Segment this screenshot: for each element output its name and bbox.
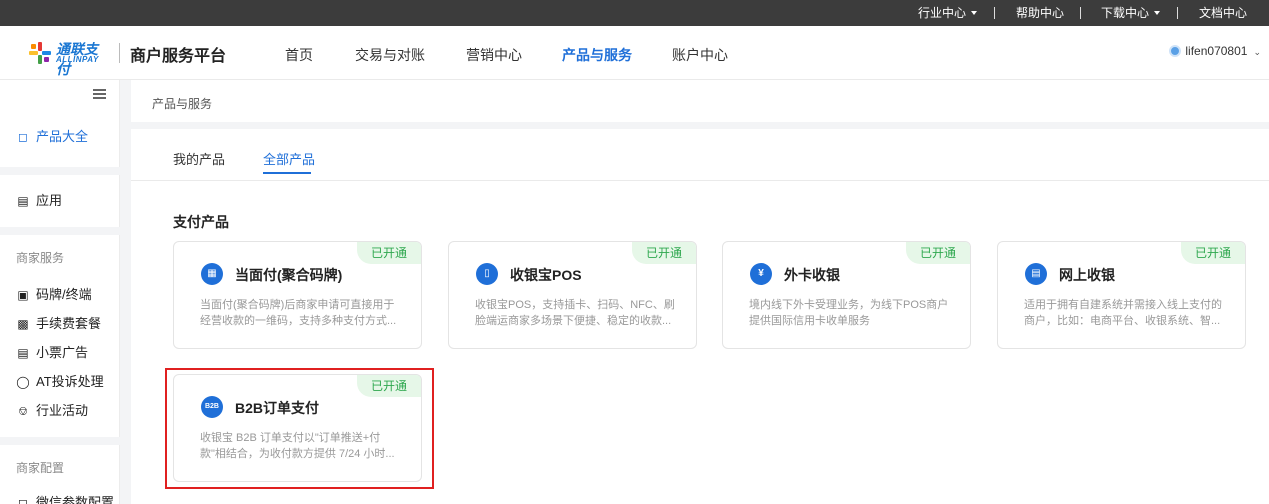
tab-my-products[interactable]: 我的产品 bbox=[173, 149, 225, 168]
chevron-down-icon: ⌄ bbox=[1253, 47, 1261, 57]
sidebar-item-label: 小票广告 bbox=[36, 345, 89, 360]
help-center-label: 帮助中心 bbox=[1016, 6, 1065, 20]
sidebar-item-label: 应用 bbox=[36, 193, 63, 208]
chevron-down-icon bbox=[971, 10, 978, 15]
sidebar-item-complaints[interactable]: ◯ AT投诉处理 bbox=[16, 371, 104, 390]
archive-icon: ▤ bbox=[17, 194, 29, 208]
moneybag-icon: ¥ bbox=[750, 263, 772, 285]
nav-account[interactable]: 账户中心 bbox=[672, 45, 728, 65]
breadcrumb: 产品与服务 bbox=[152, 97, 213, 111]
divider bbox=[1080, 7, 1081, 19]
status-badge: 已开通 bbox=[1181, 242, 1245, 264]
card-description: 境内线下外卡受理业务，为线下POS商户提供国际信用卡收单服务 bbox=[749, 299, 949, 327]
username: lifen070801 bbox=[1185, 44, 1248, 58]
card-title: 外卡收银 bbox=[784, 267, 840, 283]
platform-title: 商户服务平台 bbox=[130, 48, 227, 65]
allinpay-logo[interactable]: 通联支付 ALLINPAY bbox=[28, 40, 108, 77]
cube-icon: ◻ bbox=[18, 130, 28, 144]
divider bbox=[0, 167, 120, 175]
breadcrumb-bar: 产品与服务 bbox=[131, 80, 1269, 122]
allinpay-logo-icon bbox=[29, 42, 51, 64]
card-title: 网上收银 bbox=[1059, 267, 1115, 283]
nav-home[interactable]: 首页 bbox=[285, 45, 313, 65]
active-tab-indicator bbox=[263, 172, 311, 174]
group-merchant-config: 商家配置 bbox=[16, 461, 65, 475]
sidebar-item-label: AT投诉处理 bbox=[36, 374, 104, 389]
cube-icon: ◻ bbox=[18, 496, 28, 504]
sidebar-item-apps[interactable]: ▤ 应用 bbox=[16, 190, 62, 209]
sidebar-item-label: 手续费套餐 bbox=[36, 316, 102, 331]
divider bbox=[0, 227, 120, 235]
product-card-online-pay[interactable]: 已开通 ▤ 网上收银 适用于拥有自建系统并需接入线上支付的商户，比如：电商平台、… bbox=[997, 241, 1246, 349]
sidebar-item-industry-events[interactable]: ⎊ 行业活动 bbox=[16, 400, 88, 419]
wallet-icon: ▤ bbox=[1025, 263, 1047, 285]
industry-center-link[interactable]: 行业中心 bbox=[918, 0, 978, 26]
status-badge: 已开通 bbox=[357, 242, 421, 264]
tab-bar: 我的产品 全部产品 bbox=[131, 129, 1269, 181]
divider bbox=[119, 43, 120, 63]
sidebar-item-label: 产品大全 bbox=[36, 129, 89, 144]
logo-text-en: ALLINPAY bbox=[56, 55, 99, 64]
sidebar-item-fee-plans[interactable]: ▩ 手续费套餐 bbox=[16, 313, 101, 332]
sidebar-item-products[interactable]: ◻ 产品大全 bbox=[16, 126, 88, 145]
scan-icon: ▦ bbox=[201, 263, 223, 285]
product-card-foreign-card[interactable]: 已开通 ¥ 外卡收银 境内线下外卡受理业务，为线下POS商户提供国际信用卡收单服… bbox=[722, 241, 971, 349]
pos-icon: ▯ bbox=[476, 263, 498, 285]
download-center-link[interactable]: 下载中心 bbox=[1101, 0, 1161, 26]
user-menu[interactable]: lifen070801 ⌄ bbox=[1169, 44, 1261, 58]
industry-center-label: 行业中心 bbox=[918, 6, 967, 20]
sidebar-item-label: 微信参数配置 bbox=[36, 495, 115, 504]
nav-transactions[interactable]: 交易与对账 bbox=[355, 45, 425, 65]
docs-center-label: 文档中心 bbox=[1199, 6, 1248, 20]
divider bbox=[994, 7, 995, 19]
card-description: 当面付(聚合码牌)后商家申请可直接用于经营收款的一维码，支持多种支付方式... bbox=[200, 299, 397, 327]
terminal-icon: ▣ bbox=[17, 288, 29, 302]
divider bbox=[0, 437, 120, 445]
product-card-facepay[interactable]: 已开通 ▦ 当面付(聚合码牌) 当面付(聚合码牌)后商家申请可直接用于经营收款的… bbox=[173, 241, 422, 349]
nav-marketing[interactable]: 营销中心 bbox=[466, 45, 522, 65]
shield-icon: ◯ bbox=[16, 375, 30, 389]
sidebar-item-receipt-ads[interactable]: ▤ 小票广告 bbox=[16, 342, 88, 361]
section-title: 支付产品 bbox=[173, 214, 229, 230]
status-badge: 已开通 bbox=[632, 242, 696, 264]
sidebar-item-label: 行业活动 bbox=[36, 403, 89, 418]
divider bbox=[1177, 7, 1178, 19]
main-header: 通联支付 ALLINPAY 商户服务平台 首页 交易与对账 营销中心 产品与服务… bbox=[0, 26, 1269, 80]
gift-icon: ▩ bbox=[17, 317, 29, 331]
sidebar: ◻ 产品大全 ▤ 应用 商家服务 ▣ 码牌/终端 ▩ 手续费套餐 ▤ 小票广告 ◯ AT投诉… bbox=[0, 80, 120, 504]
highlight-annotation-box bbox=[165, 368, 434, 489]
docs-center-link[interactable]: 文档中心 bbox=[1199, 0, 1247, 26]
product-card-pos[interactable]: 已开通 ▯ 收银宝POS 收银宝POS，支持插卡、扫码、NFC、刷脸端运商家多场… bbox=[448, 241, 697, 349]
sidebar-item-label: 码牌/终端 bbox=[36, 287, 92, 302]
download-center-label: 下载中心 bbox=[1101, 6, 1150, 20]
menu-toggle-icon[interactable] bbox=[93, 89, 106, 99]
chevron-down-icon bbox=[1154, 10, 1161, 15]
tab-all-products[interactable]: 全部产品 bbox=[263, 149, 315, 168]
card-title: 收银宝POS bbox=[510, 267, 582, 283]
sidebar-item-terminals[interactable]: ▣ 码牌/终端 bbox=[16, 284, 92, 303]
card-description: 适用于拥有自建系统并需接入线上支付的商户，比如：电商平台、收银系统、智... bbox=[1024, 299, 1222, 327]
nav-products-services[interactable]: 产品与服务 bbox=[562, 45, 632, 65]
receipt-icon: ▤ bbox=[17, 346, 29, 360]
sidebar-item-wechat-config[interactable]: ◻ 微信参数配置 bbox=[16, 492, 114, 504]
card-title: 当面付(聚合码牌) bbox=[235, 267, 343, 283]
cart-icon: ⎊ bbox=[18, 404, 28, 418]
avatar bbox=[1169, 44, 1182, 57]
card-description: 收银宝POS，支持插卡、扫码、NFC、刷脸端运商家多场景下便捷、稳定的收款... bbox=[475, 299, 675, 327]
top-utility-bar: 行业中心 帮助中心 下载中心 文档中心 bbox=[0, 0, 1269, 26]
status-badge: 已开通 bbox=[906, 242, 970, 264]
help-center-link[interactable]: 帮助中心 bbox=[1016, 0, 1064, 26]
group-merchant-services: 商家服务 bbox=[16, 251, 65, 265]
